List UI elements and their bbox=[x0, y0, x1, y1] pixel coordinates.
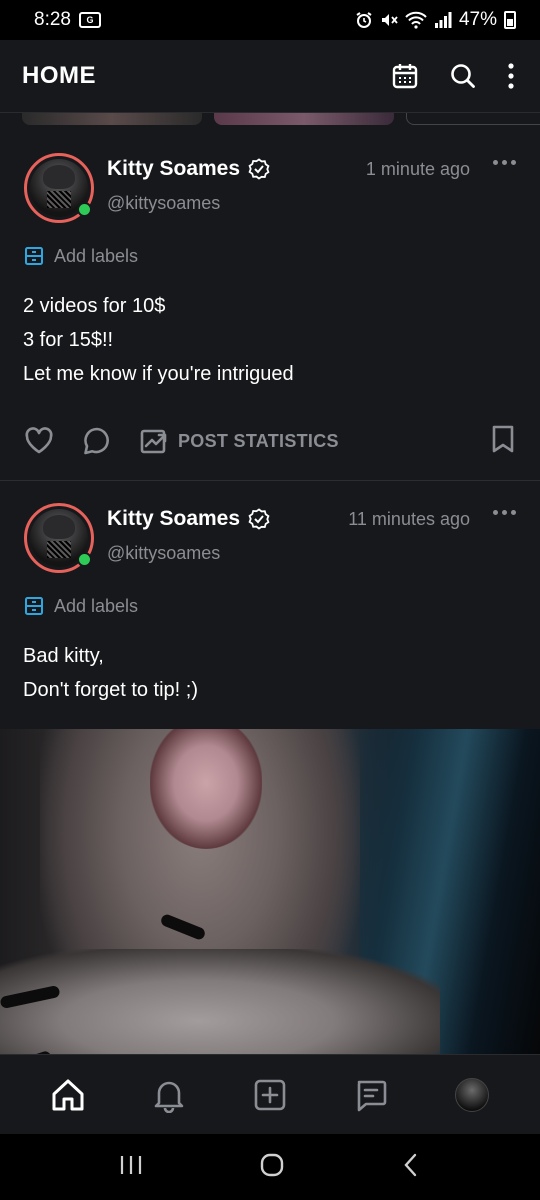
story-thumb[interactable] bbox=[22, 113, 202, 125]
post-more-button[interactable] bbox=[493, 510, 516, 515]
like-button[interactable] bbox=[24, 426, 54, 456]
post-text-line: 2 videos for 10$ bbox=[23, 295, 166, 317]
post-statistics-label: POST STATISTICS bbox=[178, 430, 339, 451]
profile-avatar bbox=[454, 1077, 489, 1112]
battery-percent: 47% bbox=[458, 9, 497, 30]
nav-messages[interactable] bbox=[341, 1065, 401, 1125]
nav-profile[interactable] bbox=[442, 1065, 502, 1125]
story-thumb[interactable] bbox=[406, 113, 540, 125]
nav-notifications[interactable] bbox=[139, 1065, 199, 1125]
verified-badge-icon bbox=[248, 158, 270, 180]
display-name[interactable]: Kitty Soames bbox=[107, 157, 240, 181]
status-icons: 47% bbox=[355, 9, 516, 31]
post-statistics-button[interactable]: POST STATISTICS bbox=[140, 427, 339, 455]
bottom-nav bbox=[0, 1054, 540, 1134]
wifi-icon bbox=[405, 11, 427, 29]
feed: Kitty Soames @kittysoames 1 minute ago A… bbox=[0, 127, 540, 1054]
story-thumb[interactable] bbox=[214, 113, 394, 125]
status-time: 8:28 bbox=[34, 9, 71, 30]
comment-button[interactable] bbox=[82, 426, 112, 456]
post-more-button[interactable] bbox=[493, 160, 516, 165]
post-text-line: 3 for 15$!! bbox=[23, 329, 114, 351]
post-actions: POST STATISTICS bbox=[0, 391, 540, 491]
battery-icon bbox=[504, 11, 516, 29]
page-title: HOME bbox=[22, 62, 96, 89]
post-card: Kitty Soames @kittysoames 11 minutes ago… bbox=[0, 480, 540, 1054]
calendar-icon bbox=[392, 64, 418, 89]
username-handle[interactable]: @kittysoames bbox=[107, 543, 220, 564]
more-vertical-icon bbox=[508, 63, 514, 89]
online-indicator bbox=[77, 202, 92, 217]
name-row: Kitty Soames bbox=[107, 507, 270, 531]
recents-button[interactable] bbox=[118, 1154, 144, 1181]
post-header: Kitty Soames @kittysoames 1 minute ago bbox=[0, 127, 540, 223]
nav-add-post[interactable] bbox=[240, 1065, 300, 1125]
post-header: Kitty Soames @kittysoames 11 minutes ago bbox=[0, 481, 540, 573]
home-circle-icon bbox=[260, 1153, 284, 1176]
add-post-icon bbox=[254, 1079, 286, 1110]
avatar[interactable] bbox=[24, 503, 94, 573]
bookmark-button[interactable] bbox=[490, 424, 516, 459]
add-labels-button[interactable]: Add labels bbox=[0, 591, 540, 621]
mute-icon bbox=[381, 14, 398, 26]
media-region-hand bbox=[0, 949, 440, 1054]
statistics-icon bbox=[140, 429, 167, 454]
more-menu-button[interactable] bbox=[504, 59, 518, 93]
media-region-mouth bbox=[150, 729, 262, 849]
search-icon bbox=[451, 64, 475, 88]
label-drawer-icon bbox=[25, 597, 43, 615]
bookmark-icon bbox=[492, 425, 514, 452]
add-labels-label: Add labels bbox=[54, 245, 139, 266]
nav-home[interactable] bbox=[38, 1065, 98, 1125]
post-text: 2 videos for 10$ 3 for 15$!! Let me know… bbox=[0, 271, 540, 391]
calendar-button[interactable] bbox=[388, 59, 422, 93]
header-actions bbox=[388, 59, 518, 93]
verified-badge-icon bbox=[248, 508, 270, 530]
post-timestamp: 11 minutes ago bbox=[348, 509, 470, 529]
system-home-button[interactable] bbox=[259, 1152, 285, 1183]
post-text-line: Don't forget to tip! ;) bbox=[23, 679, 199, 701]
status-bar: 8:28 G 47% bbox=[0, 0, 540, 40]
add-labels-label: Add labels bbox=[54, 595, 139, 616]
post-text: Bad kitty, Don't forget to tip! ;) bbox=[0, 621, 540, 707]
post-media-image[interactable] bbox=[0, 729, 540, 1054]
system-back-button[interactable] bbox=[400, 1152, 422, 1183]
home-icon bbox=[52, 1079, 84, 1110]
post-text-line: Let me know if you're intrigued bbox=[23, 363, 294, 385]
add-labels-button[interactable]: Add labels bbox=[0, 241, 540, 271]
name-row: Kitty Soames bbox=[107, 157, 270, 181]
search-button[interactable] bbox=[446, 59, 480, 93]
app-header: HOME bbox=[0, 40, 540, 113]
back-icon bbox=[404, 1153, 417, 1176]
display-name[interactable]: Kitty Soames bbox=[107, 507, 240, 531]
comment-icon bbox=[84, 427, 109, 455]
heart-icon bbox=[25, 427, 53, 454]
notification-badge-icon: G bbox=[78, 12, 101, 28]
username-handle[interactable]: @kittysoames bbox=[107, 193, 220, 214]
story-strip bbox=[0, 113, 540, 127]
bell-icon bbox=[154, 1081, 184, 1113]
system-nav bbox=[0, 1134, 540, 1200]
online-indicator bbox=[77, 552, 92, 567]
avatar[interactable] bbox=[24, 153, 94, 223]
alarm-icon bbox=[356, 12, 372, 28]
label-drawer-icon bbox=[25, 247, 43, 265]
post-timestamp: 1 minute ago bbox=[365, 159, 470, 179]
recents-icon bbox=[120, 1155, 141, 1174]
post-text-line: Bad kitty, bbox=[23, 645, 104, 667]
post-card: Kitty Soames @kittysoames 1 minute ago A… bbox=[0, 127, 540, 480]
messages-icon bbox=[357, 1080, 387, 1111]
signal-icon bbox=[434, 12, 452, 28]
